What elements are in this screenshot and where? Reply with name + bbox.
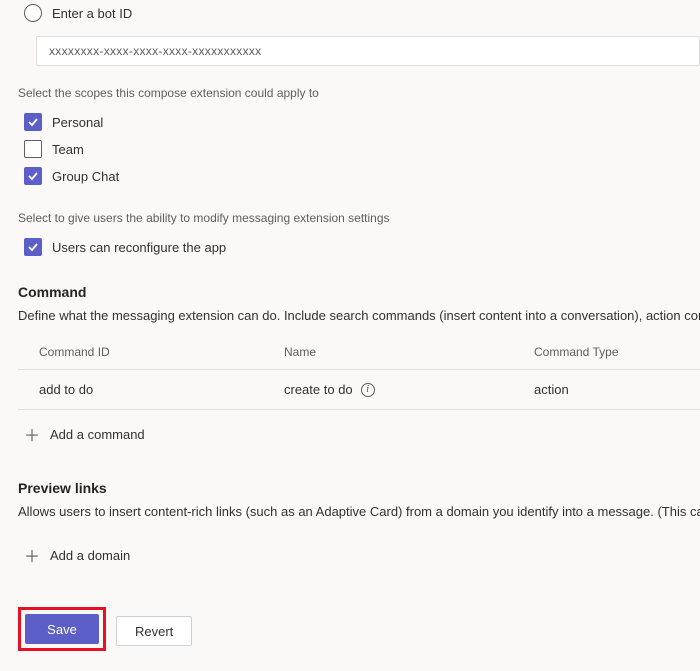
bot-id-radio-label: Enter a bot ID: [52, 6, 132, 21]
header-name: Name: [284, 345, 534, 359]
settings-label: Select to give users the ability to modi…: [18, 211, 700, 225]
add-domain-button[interactable]: ＋ Add a domain: [18, 531, 700, 579]
add-command-button[interactable]: ＋ Add a command: [18, 410, 700, 458]
scope-checkbox-team[interactable]: Team: [18, 137, 700, 164]
bot-id-radio[interactable]: Enter a bot ID: [18, 0, 700, 30]
info-icon[interactable]: i: [361, 383, 375, 397]
checkbox-icon: [24, 140, 42, 158]
checkbox-icon: [24, 238, 42, 256]
cell-command-id: add to do: [39, 382, 284, 397]
save-highlight: Save: [18, 607, 106, 651]
radio-icon: [24, 4, 42, 22]
reconfigure-label: Users can reconfigure the app: [52, 240, 226, 255]
add-command-label: Add a command: [50, 427, 145, 442]
preview-desc: Allows users to insert content-rich link…: [18, 504, 700, 519]
header-command-id: Command ID: [39, 345, 284, 359]
checkbox-icon: [24, 167, 42, 185]
reconfigure-checkbox[interactable]: Users can reconfigure the app: [18, 235, 700, 262]
save-button[interactable]: Save: [25, 614, 99, 644]
command-table: Command ID Name Command Type add to do c…: [18, 335, 700, 410]
preview-title: Preview links: [18, 480, 700, 496]
plus-icon: ＋: [24, 543, 40, 567]
bot-id-input[interactable]: xxxxxxxx-xxxx-xxxx-xxxx-xxxxxxxxxxx: [36, 36, 700, 66]
scope-label: Group Chat: [52, 169, 119, 184]
command-title: Command: [18, 284, 700, 300]
scope-label: Team: [52, 142, 84, 157]
bot-id-value: xxxxxxxx-xxxx-xxxx-xxxx-xxxxxxxxxxx: [49, 44, 261, 58]
header-type: Command Type: [534, 345, 700, 359]
revert-button[interactable]: Revert: [116, 616, 192, 646]
checkbox-icon: [24, 113, 42, 131]
scopes-label: Select the scopes this compose extension…: [18, 86, 700, 100]
table-header: Command ID Name Command Type: [18, 335, 700, 370]
cell-name: create to do: [284, 382, 353, 397]
command-desc: Define what the messaging extension can …: [18, 308, 700, 323]
plus-icon: ＋: [24, 422, 40, 446]
cell-type: action: [534, 382, 700, 397]
scope-checkbox-groupchat[interactable]: Group Chat: [18, 164, 700, 191]
scope-checkbox-personal[interactable]: Personal: [18, 110, 700, 137]
table-row[interactable]: add to do create to do i action: [18, 370, 700, 410]
add-domain-label: Add a domain: [50, 548, 130, 563]
scope-label: Personal: [52, 115, 103, 130]
